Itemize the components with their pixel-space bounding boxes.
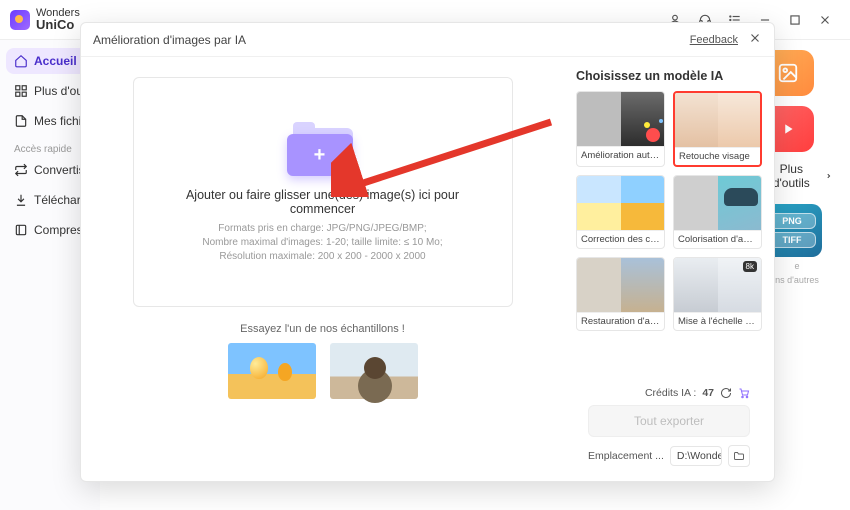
model-option-2[interactable]: Correction des couleurs <box>576 175 665 249</box>
sidebar-label: Convertis <box>34 163 85 177</box>
model-thumb <box>675 93 760 147</box>
dropzone-sub2: Nombre maximal d'images: 1-20; taille li… <box>202 236 442 250</box>
model-thumb <box>577 258 664 312</box>
models-panel: Choisissez un modèle IA Amélioration aut… <box>564 57 774 481</box>
location-value: D:\Wondershare UniConver <box>677 450 722 462</box>
dropzone-sub1: Formats pris en charge: JPG/PNG/JPEG/BMP… <box>218 222 426 236</box>
home-icon <box>14 54 28 68</box>
refresh-icon[interactable] <box>720 387 732 399</box>
model-option-1[interactable]: Retouche visage <box>673 91 762 167</box>
location-label: Emplacement ... <box>588 450 664 462</box>
model-thumb <box>577 92 664 146</box>
drop-area-wrap: + Ajouter ou faire glisser une(des) imag… <box>81 57 564 481</box>
model-caption: Amélioration automat... <box>577 146 664 164</box>
file-icon <box>14 114 28 128</box>
modal-footer: Crédits IA : 47 Tout exporter Emplacemen… <box>576 381 762 477</box>
modal-header: Amélioration d'images par IA Feedback <box>81 23 774 57</box>
maximize-icon[interactable] <box>784 9 806 31</box>
window-close-icon[interactable] <box>814 9 836 31</box>
location-select[interactable]: D:\Wondershare UniConver <box>670 446 722 466</box>
model-option-4[interactable]: Restauration d'ancien... <box>576 257 665 331</box>
format-badge: TIFF <box>768 232 816 248</box>
sidebar-label: Compres <box>34 223 83 237</box>
credits-value: 47 <box>702 387 714 399</box>
folder-icon <box>733 450 745 462</box>
brand-text: Wonders UniCo <box>36 7 80 32</box>
model-option-3[interactable]: Colorisation d'ancienn... <box>673 175 762 249</box>
samples-section: Essayez l'un de nos échantillons ! <box>228 323 418 399</box>
model-caption: Retouche visage <box>675 147 760 165</box>
dropzone-sub3: Résolution maximale: 200 x 200 - 2000 x … <box>219 250 425 264</box>
sample-image-balloons[interactable] <box>228 343 316 399</box>
samples-label: Essayez l'un de nos échantillons ! <box>228 323 418 335</box>
model-option-0[interactable]: Amélioration automat... <box>576 91 665 167</box>
convert-icon <box>14 163 28 177</box>
sidebar-label: Mes fichi <box>34 114 81 128</box>
dropzone-title: Ajouter ou faire glisser une(des) image(… <box>154 188 492 216</box>
modal-title: Amélioration d'images par IA <box>93 33 246 47</box>
ai-image-enhance-modal: Amélioration d'images par IA Feedback + … <box>80 22 775 482</box>
close-icon <box>748 31 762 45</box>
sidebar-label: Plus d'ou <box>34 84 83 98</box>
model-option-5[interactable]: Mise à l'échelle des i... <box>673 257 762 331</box>
chevron-right-icon <box>825 172 832 180</box>
app-logo <box>10 10 30 30</box>
export-all-button[interactable]: Tout exporter <box>588 405 750 437</box>
model-thumb <box>674 176 761 230</box>
feedback-link[interactable]: Feedback <box>690 34 738 46</box>
model-caption: Restauration d'ancien... <box>577 312 664 330</box>
sample-image-portrait[interactable] <box>330 343 418 399</box>
format-badge: PNG <box>768 213 816 229</box>
credits-row: Crédits IA : 47 <box>588 387 750 399</box>
model-thumb <box>577 176 664 230</box>
grid-icon <box>14 84 28 98</box>
credits-label: Crédits IA : <box>645 387 696 399</box>
model-caption: Correction des couleurs <box>577 230 664 248</box>
models-title: Choisissez un modèle IA <box>576 69 762 83</box>
brand-line2: UniCo <box>36 17 74 32</box>
drop-zone[interactable]: + Ajouter ou faire glisser une(des) imag… <box>133 77 513 307</box>
sidebar-label: Accueil <box>34 54 77 68</box>
modal-close-button[interactable] <box>748 31 762 48</box>
compress-icon <box>14 223 28 237</box>
model-caption: Mise à l'échelle des i... <box>674 312 761 330</box>
model-caption: Colorisation d'ancienn... <box>674 230 761 248</box>
add-folder-icon: + <box>287 120 359 176</box>
model-thumb <box>674 258 761 312</box>
sidebar-label: Téléchar <box>34 193 81 207</box>
download-icon <box>14 193 28 207</box>
open-folder-button[interactable] <box>728 445 750 467</box>
cart-icon[interactable] <box>738 387 750 399</box>
